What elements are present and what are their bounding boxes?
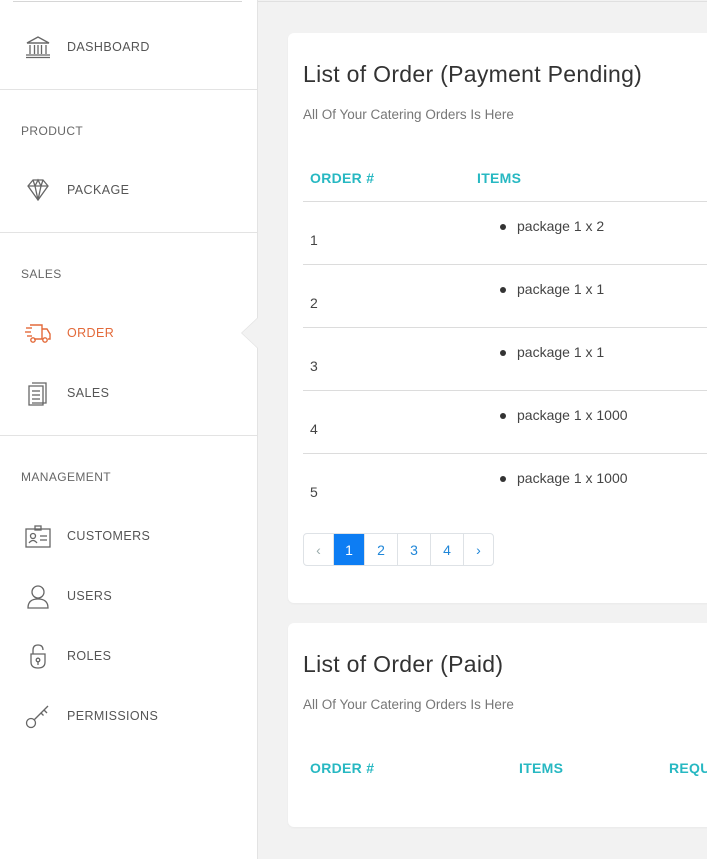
order-item: package 1 x 1 xyxy=(517,344,605,360)
user-icon xyxy=(24,582,52,610)
key-icon xyxy=(24,702,52,730)
sidebar-item-order[interactable]: ORDER xyxy=(0,303,257,363)
order-number: 4 xyxy=(310,421,318,437)
card-subtitle: All Of Your Catering Orders Is Here xyxy=(303,697,514,712)
section-label-management: MANAGEMENT xyxy=(21,470,112,484)
sidebar-divider xyxy=(0,435,257,436)
active-indicator xyxy=(242,318,258,348)
diamond-icon xyxy=(24,176,52,204)
pagination-page-1[interactable]: 1 xyxy=(333,534,364,565)
sidebar: DASHBOARD PRODUCT PACKAGE SALES ORDER SA… xyxy=(0,0,258,859)
table-row: 1 package 1 x 2 xyxy=(303,202,707,265)
column-header-items[interactable]: ITEMS xyxy=(477,170,521,186)
table-row: 3 package 1 x 1 xyxy=(303,328,707,391)
order-number: 5 xyxy=(310,484,318,500)
header-divider xyxy=(258,1,707,2)
sidebar-divider xyxy=(0,89,257,90)
lock-icon xyxy=(24,642,52,670)
id-card-icon xyxy=(24,522,52,550)
sidebar-item-users[interactable]: USERS xyxy=(0,566,257,626)
sidebar-item-package[interactable]: PACKAGE xyxy=(0,160,257,220)
table-row: 4 package 1 x 1000 xyxy=(303,391,707,454)
order-number: 2 xyxy=(310,295,318,311)
sidebar-item-label: PACKAGE xyxy=(67,183,130,197)
column-header-order[interactable]: ORDER # xyxy=(310,170,374,186)
sidebar-item-sales[interactable]: SALES xyxy=(0,363,257,423)
sidebar-item-label: DASHBOARD xyxy=(67,40,150,54)
sidebar-item-permissions[interactable]: PERMISSIONS xyxy=(0,686,257,746)
pagination-page-2[interactable]: 2 xyxy=(364,534,397,565)
pagination-next-button[interactable]: › xyxy=(463,534,493,565)
bank-icon xyxy=(24,33,52,61)
order-number: 1 xyxy=(310,232,318,248)
bullet-icon xyxy=(500,287,506,293)
sidebar-item-roles[interactable]: ROLES xyxy=(0,626,257,686)
order-item: package 1 x 2 xyxy=(517,218,605,234)
document-icon xyxy=(24,379,52,407)
section-label-sales: SALES xyxy=(21,267,62,281)
column-header-order[interactable]: ORDER # xyxy=(310,760,374,776)
sidebar-item-label: SALES xyxy=(67,386,110,400)
sidebar-item-label: ORDER xyxy=(67,326,115,340)
pending-orders-card: List of Order (Payment Pending) All Of Y… xyxy=(288,33,707,603)
card-title: List of Order (Payment Pending) xyxy=(303,61,643,87)
card-subtitle: All Of Your Catering Orders Is Here xyxy=(303,107,514,122)
paid-orders-card: List of Order (Paid) All Of Your Caterin… xyxy=(288,623,707,827)
table-row: 5 package 1 x 1000 xyxy=(303,454,707,517)
sidebar-item-customers[interactable]: CUSTOMERS xyxy=(0,506,257,566)
sidebar-item-label: ROLES xyxy=(67,649,112,663)
pagination-prev-button[interactable]: ‹ xyxy=(304,534,333,565)
bullet-icon xyxy=(500,413,506,419)
pagination-page-3[interactable]: 3 xyxy=(397,534,430,565)
pagination-page-4[interactable]: 4 xyxy=(430,534,463,565)
bullet-icon xyxy=(500,350,506,356)
order-item: package 1 x 1000 xyxy=(517,470,628,486)
column-header-request[interactable]: REQU xyxy=(669,760,707,776)
order-item: package 1 x 1 xyxy=(517,281,605,297)
bullet-icon xyxy=(500,224,506,230)
section-label-product: PRODUCT xyxy=(21,124,84,138)
sidebar-item-label: USERS xyxy=(67,589,113,603)
column-header-items[interactable]: ITEMS xyxy=(519,760,563,776)
bullet-icon xyxy=(500,476,506,482)
sidebar-item-label: PERMISSIONS xyxy=(67,709,159,723)
delivery-truck-icon xyxy=(24,319,52,347)
order-number: 3 xyxy=(310,358,318,374)
order-item: package 1 x 1000 xyxy=(517,407,628,423)
pagination: ‹ 1 2 3 4 › xyxy=(303,533,494,566)
sidebar-divider xyxy=(0,232,257,233)
sidebar-top-divider xyxy=(13,1,242,2)
table-row: 2 package 1 x 1 xyxy=(303,265,707,328)
sidebar-item-label: CUSTOMERS xyxy=(67,529,151,543)
sidebar-item-dashboard[interactable]: DASHBOARD xyxy=(0,17,257,77)
card-title: List of Order (Paid) xyxy=(303,651,504,677)
